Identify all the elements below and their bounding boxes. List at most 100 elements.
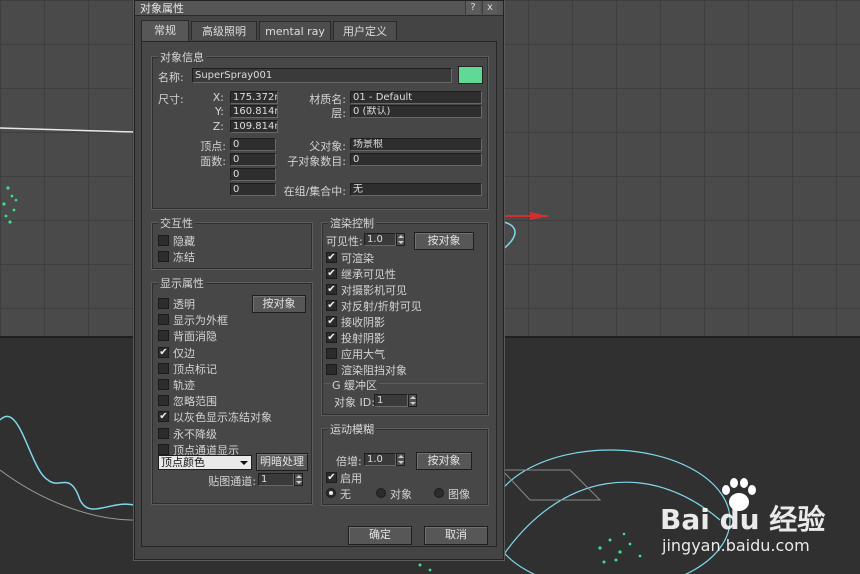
display-option-checkbox[interactable]: ✔	[158, 346, 169, 358]
ok-button[interactable]: 确定	[348, 526, 412, 545]
motion-blur-enable-checkbox[interactable]: ✔	[326, 472, 337, 483]
render-option-checkbox[interactable]: ✔	[326, 332, 337, 343]
render-option-checkbox[interactable]	[326, 348, 337, 359]
blur-image-radio[interactable]	[434, 488, 444, 498]
object-info-group: 对象信息 名称: SuperSpray001 尺寸: X: 175.372mm …	[151, 49, 489, 210]
display-option-checkbox[interactable]	[158, 314, 169, 326]
tab-mental-ray[interactable]: mental ray	[259, 21, 331, 40]
dialog-titlebar[interactable]: 对象属性 ? x	[135, 1, 503, 16]
children-label: 子对象数目:	[287, 155, 346, 168]
object-id-field[interactable]: 1	[374, 394, 408, 407]
display-option-checkbox[interactable]	[158, 330, 169, 342]
render-option-checkbox[interactable]: ✔	[326, 252, 337, 263]
vertex-color-dropdown[interactable]: 顶点颜色	[158, 455, 252, 470]
display-properties-group: 显示属性 按对象 透明 显示为外框 背面消隐 ✔ 仅边 顶点标记 轨迹 忽略范围 ✔ 以灰色显示冻…	[151, 275, 313, 505]
multiplier-label: 倍增:	[336, 455, 362, 468]
visibility-field[interactable]: 1.0	[364, 233, 396, 246]
render-option-label: 继承可见性	[341, 268, 396, 281]
size-z-value: 109.814mm	[230, 120, 278, 133]
tab-advanced-lighting[interactable]: 高级照明	[191, 21, 257, 40]
group-value: 无	[350, 183, 482, 196]
interactivity-title: 交互性	[158, 215, 195, 231]
display-option-checkbox[interactable]	[158, 427, 169, 439]
parent-value: 场景根	[350, 138, 482, 151]
map-channel-label: 贴图通道:	[208, 475, 256, 488]
faces-label: 面数:	[200, 155, 226, 168]
display-option-checkbox[interactable]	[158, 379, 169, 390]
render-option-label: 渲染阻挡对象	[341, 364, 407, 377]
vertex-color-selected: 顶点颜色	[161, 456, 205, 469]
parent-label: 父对象:	[309, 140, 346, 153]
size-label: 尺寸:	[158, 93, 184, 106]
display-option-label: 以灰色显示冻结对象	[173, 411, 272, 425]
render-option-label: 接收阴影	[341, 316, 385, 329]
render-option-checkbox[interactable]: ✔	[326, 300, 337, 311]
map-channel-spinner[interactable]	[294, 473, 303, 486]
display-option-checkbox[interactable]: ✔	[158, 411, 169, 423]
render-option-label: 对摄影机可见	[341, 284, 407, 297]
render-by-object-button[interactable]: 按对象	[414, 232, 474, 250]
multiplier-field[interactable]: 1.0	[364, 453, 396, 466]
blur-image-label: 图像	[448, 488, 470, 501]
display-option-checkbox[interactable]	[158, 362, 169, 374]
render-option-checkbox[interactable]: ✔	[326, 268, 337, 279]
multiplier-spinner[interactable]	[396, 453, 405, 466]
display-option-label: 背面消隐	[173, 330, 217, 344]
blur-none-radio[interactable]	[326, 488, 336, 498]
shaded-button[interactable]: 明暗处理	[256, 453, 308, 471]
display-option-label: 忽略范围	[173, 395, 217, 409]
help-button[interactable]: ?	[465, 1, 480, 14]
layer-label: 层:	[331, 107, 346, 120]
vertices-label: 顶点:	[200, 140, 226, 153]
visibility-spinner[interactable]	[396, 233, 405, 246]
tab-content-general: 对象信息 名称: SuperSpray001 尺寸: X: 175.372mm …	[141, 41, 497, 547]
blur-object-radio[interactable]	[376, 488, 386, 498]
freeze-label: 冻结	[173, 251, 195, 264]
freeze-checkbox[interactable]	[158, 251, 169, 262]
object-info-title: 对象信息	[158, 49, 206, 65]
display-option-label: 仅边	[173, 346, 195, 360]
display-option-checkbox[interactable]	[158, 443, 169, 455]
motion-blur-by-object-button[interactable]: 按对象	[416, 452, 472, 470]
map-channel-field[interactable]: 1	[258, 473, 294, 486]
chevron-down-icon	[240, 461, 248, 465]
object-color-swatch[interactable]	[458, 66, 483, 84]
render-control-title: 渲染控制	[328, 215, 376, 231]
render-option-label: 可渲染	[341, 252, 374, 265]
material-value: 01 - Default	[350, 91, 482, 104]
motion-blur-group: 运动模糊 倍增: 1.0 按对象 ✔ 启用 无 对象 图像	[321, 421, 489, 506]
y-label: Y:	[215, 105, 224, 118]
display-option-label: 显示为外框	[173, 314, 228, 328]
motion-blur-title: 运动模糊	[328, 421, 376, 437]
name-field[interactable]: SuperSpray001	[192, 68, 452, 83]
interactivity-group: 交互性 隐藏 冻结	[151, 215, 313, 270]
blur-none-label: 无	[340, 488, 351, 501]
render-option-checkbox[interactable]: ✔	[326, 284, 337, 295]
hide-checkbox[interactable]	[158, 235, 169, 246]
display-option-label: 轨迹	[173, 379, 195, 392]
display-option-label: 永不降级	[173, 427, 217, 441]
render-option-checkbox[interactable]: ✔	[326, 316, 337, 327]
motion-blur-enable-label: 启用	[340, 472, 362, 485]
object-id-label: 对象 ID:	[334, 396, 375, 409]
render-option-checkbox[interactable]	[326, 364, 337, 375]
display-option-label: 透明	[173, 298, 195, 311]
cancel-button[interactable]: 取消	[424, 526, 488, 545]
display-option-checkbox[interactable]	[158, 395, 169, 407]
layer-value: 0 (默认)	[350, 105, 482, 118]
display-by-object-button[interactable]: 按对象	[252, 295, 306, 313]
extra-count-1: 0	[230, 168, 276, 181]
tab-user-defined[interactable]: 用户定义	[333, 21, 397, 40]
dialog-title: 对象属性	[140, 2, 184, 15]
watermark-url: jingyan.baidu.com	[662, 536, 810, 555]
object-id-spinner[interactable]	[408, 394, 417, 407]
x-label: X:	[212, 91, 224, 104]
close-button[interactable]: x	[482, 1, 497, 14]
display-properties-title: 显示属性	[158, 275, 206, 291]
name-label: 名称:	[158, 71, 184, 84]
tab-general[interactable]: 常规	[141, 20, 189, 41]
display-option-checkbox[interactable]	[158, 298, 169, 309]
render-option-label: 投射阴影	[341, 332, 385, 345]
gbuffer-title: G 缓冲区	[330, 377, 380, 393]
vertices-value: 0	[230, 138, 276, 151]
